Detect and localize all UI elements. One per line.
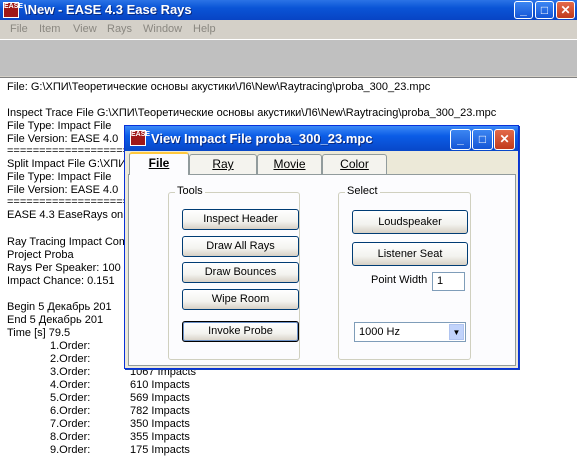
draw-bounces-button[interactable]: Draw Bounces [182, 262, 299, 283]
order-label: 1.Order: [50, 340, 91, 352]
report-line: File Version: EASE 4.0 [7, 184, 119, 196]
menu-view[interactable]: View [73, 23, 97, 35]
menu-window[interactable]: Window [143, 23, 182, 35]
inspect-header-button[interactable]: Inspect Header [182, 209, 299, 230]
tools-group-label: Tools [175, 185, 205, 197]
report-line: Project Proba [7, 249, 74, 261]
report-line: EASE 4.3 EaseRays on [7, 209, 124, 221]
tab-ray[interactable]: Ray [189, 154, 257, 174]
point-width-input[interactable]: 1 [432, 272, 465, 291]
order-label: 4.Order: [50, 379, 91, 391]
order-value: 175 Impacts [130, 444, 190, 456]
report-line: File Type: Impact File [7, 120, 112, 132]
invoke-probe-button[interactable]: Invoke Probe [182, 321, 299, 342]
frequency-select[interactable]: 1000 Hz ▼ [354, 322, 466, 342]
menu-rays[interactable]: Rays [107, 23, 132, 35]
main-titlebar: EASE \New - EASE 4.3 Ease Rays _ □ ✕ [0, 0, 577, 20]
tab-ray-label: Ray [212, 157, 234, 171]
report-line: File Type: Impact File [7, 171, 112, 183]
menu-help[interactable]: Help [193, 23, 216, 35]
select-group: Select Loudspeaker Listener Seat Point W… [338, 185, 471, 360]
order-label: 9.Order: [50, 444, 91, 456]
tab-file-label: File [148, 156, 170, 170]
report-line: End 5 Декабрь 201 [7, 314, 104, 326]
ease-app-icon: EASE [3, 2, 23, 18]
report-line: File: G:\ХПИ\Теоретические основы акусти… [7, 81, 431, 93]
wipe-room-button[interactable]: Wipe Room [182, 289, 299, 310]
tab-movie-label: Movie [273, 157, 306, 171]
tab-file[interactable]: File [129, 152, 189, 175]
dialog-minimize-button[interactable]: _ [450, 129, 471, 150]
report-line: Inspect Trace File G:\ХПИ\Теоретические … [7, 107, 497, 119]
point-width-label: Point Width [371, 274, 428, 286]
order-label: 6.Order: [50, 405, 91, 417]
menu-bar: File Item View Rays Window Help [0, 20, 577, 39]
window-title: \New - EASE 4.3 Ease Rays [24, 2, 192, 17]
order-value: 782 Impacts [130, 405, 190, 417]
file-tab-panel: Tools Inspect Header Draw All Rays Draw … [128, 174, 516, 366]
order-label: 7.Order: [50, 418, 91, 430]
chevron-down-icon[interactable]: ▼ [449, 324, 464, 340]
tab-movie[interactable]: Movie [257, 154, 322, 174]
order-value: 350 Impacts [130, 418, 190, 430]
draw-all-rays-button[interactable]: Draw All Rays [182, 236, 299, 257]
report-line: Ray Tracing Impact Com [7, 236, 129, 248]
ease-app-icon: EASE [130, 130, 150, 146]
dialog-maximize-button[interactable]: □ [472, 129, 493, 150]
close-button[interactable]: ✕ [556, 1, 575, 19]
tab-color-label: Color [340, 157, 369, 171]
maximize-button[interactable]: □ [535, 1, 554, 19]
order-label: 2.Order: [50, 353, 91, 365]
order-label: 5.Order: [50, 392, 91, 404]
order-value: 610 Impacts [130, 379, 190, 391]
dialog-titlebar[interactable]: EASE View Impact File proba_300_23.mpc _… [125, 126, 518, 151]
report-line: Rays Per Speaker: 100 [7, 262, 121, 274]
dialog-title: View Impact File proba_300_23.mpc [151, 131, 373, 146]
order-value: 355 Impacts [130, 431, 190, 443]
report-line: Split Impact File G:\ХПИ [7, 158, 127, 170]
order-label: 3.Order: [50, 366, 91, 378]
listener-seat-button[interactable]: Listener Seat [352, 242, 468, 266]
loudspeaker-button[interactable]: Loudspeaker [352, 210, 468, 234]
report-line: Begin 5 Декабрь 201 [7, 301, 112, 313]
order-value: 569 Impacts [130, 392, 190, 404]
order-label: 8.Order: [50, 431, 91, 443]
select-group-label: Select [345, 185, 380, 197]
dialog-close-button[interactable]: ✕ [494, 129, 515, 150]
tools-group: Tools Inspect Header Draw All Rays Draw … [168, 185, 300, 360]
report-line: Impact Chance: 0.151 [7, 275, 115, 287]
view-impact-file-dialog: EASE View Impact File proba_300_23.mpc _… [124, 125, 519, 369]
frequency-select-value: 1000 Hz [359, 326, 400, 338]
toolbar [0, 39, 577, 76]
menu-item[interactable]: Item [39, 23, 60, 35]
minimize-button[interactable]: _ [514, 1, 533, 19]
report-line: File Version: EASE 4.0 [7, 133, 119, 145]
tab-color[interactable]: Color [322, 154, 387, 174]
report-line: Time [s] 79.5 [7, 327, 71, 339]
menu-file[interactable]: File [10, 23, 28, 35]
